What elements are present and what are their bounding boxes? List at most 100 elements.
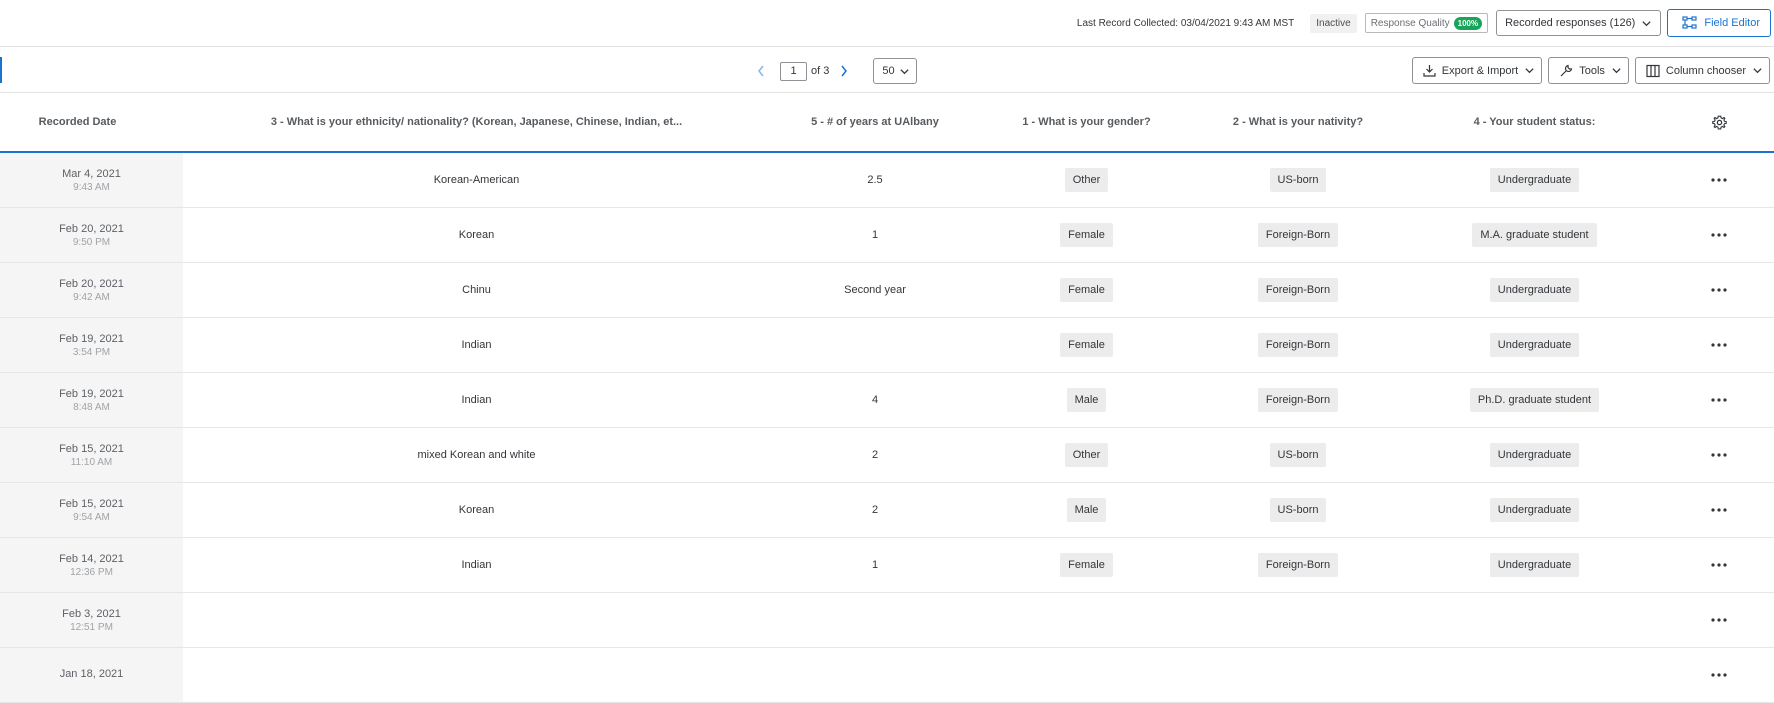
toolbar-actions: Export & Import Tools Column chooser bbox=[1411, 57, 1770, 84]
row-actions-button[interactable] bbox=[1707, 538, 1731, 592]
table-body: Mar 4, 2021 9:43 AM Korean-American 2.5 Othe… bbox=[0, 153, 1774, 703]
nativity-cell: Foreign-Born bbox=[1193, 538, 1403, 592]
gender-chip: Female bbox=[1060, 333, 1113, 357]
nativity-chip: Foreign-Born bbox=[1257, 278, 1339, 302]
recorded-responses-dropdown[interactable]: Recorded responses (126) bbox=[1496, 10, 1662, 36]
rows-per-page-value: 50 bbox=[882, 65, 895, 77]
ethnicity-cell: Indian bbox=[183, 318, 770, 372]
recorded-time: 9:43 AM bbox=[73, 181, 110, 193]
chevron-down-icon bbox=[1753, 68, 1762, 74]
column-header-ethnicity[interactable]: 3 - What is your ethnicity/ nationality?… bbox=[183, 93, 770, 151]
tools-button[interactable]: Tools bbox=[1548, 57, 1629, 84]
more-horizontal-icon bbox=[1711, 233, 1727, 237]
years-value: 2 bbox=[871, 449, 879, 461]
chevron-left-icon bbox=[758, 65, 764, 77]
rows-per-page-dropdown[interactable]: 50 bbox=[873, 58, 917, 84]
student-status-chip: Undergraduate bbox=[1489, 553, 1580, 577]
response-quality-button[interactable]: Response Quality 100% bbox=[1364, 13, 1489, 33]
nativity-cell: US-born bbox=[1193, 153, 1403, 207]
column-chooser-button[interactable]: Column chooser bbox=[1634, 57, 1770, 84]
years-cell: 2 bbox=[770, 483, 980, 537]
nativity-chip: US-born bbox=[1269, 443, 1327, 467]
nativity-cell: Foreign-Born bbox=[1193, 263, 1403, 317]
recorded-date-cell: Feb 14, 2021 12:36 PM bbox=[0, 538, 183, 592]
gender-cell: Female bbox=[980, 538, 1193, 592]
chevron-down-icon bbox=[1525, 68, 1534, 74]
ethnicity-value: Chinu bbox=[462, 284, 491, 296]
response-quality-label: Response Quality bbox=[1370, 17, 1450, 29]
table-row[interactable]: Feb 3, 2021 12:51 PM bbox=[0, 593, 1774, 648]
table-row[interactable]: Feb 14, 2021 12:36 PM Indian 1 Female Foreign… bbox=[0, 538, 1774, 593]
gender-chip: Other bbox=[1064, 443, 1109, 467]
columns-icon bbox=[1646, 64, 1660, 77]
column-header-student-status[interactable]: 4 - Your student status: bbox=[1403, 93, 1666, 151]
recorded-responses-label: Recorded responses (126) bbox=[1505, 17, 1636, 29]
nativity-cell bbox=[1193, 648, 1403, 702]
recorded-date-cell: Jan 18, 2021 bbox=[0, 648, 183, 702]
previous-page-button[interactable] bbox=[754, 64, 768, 78]
student-status-chip: Undergraduate bbox=[1489, 168, 1580, 192]
page-number-input[interactable]: 1 bbox=[780, 61, 807, 81]
row-actions-button[interactable] bbox=[1707, 428, 1731, 482]
years-value: 1 bbox=[871, 229, 879, 241]
student-status-cell bbox=[1403, 593, 1666, 647]
recorded-date: Feb 14, 2021 bbox=[59, 552, 124, 565]
more-horizontal-icon bbox=[1711, 618, 1727, 622]
table-row[interactable]: Feb 20, 2021 9:50 PM Korean 1 Female Foreign-… bbox=[0, 208, 1774, 263]
years-value: 2 bbox=[871, 504, 879, 516]
chevron-down-icon bbox=[1612, 68, 1621, 74]
top-bar: Last Record Collected: 03/04/2021 9:43 A… bbox=[0, 0, 1774, 47]
row-actions-button[interactable] bbox=[1707, 153, 1731, 207]
nativity-chip: Foreign-Born bbox=[1257, 333, 1339, 357]
nativity-cell: Foreign-Born bbox=[1193, 208, 1403, 262]
student-status-cell: Undergraduate bbox=[1403, 263, 1666, 317]
recorded-date-cell: Feb 19, 2021 3:54 PM bbox=[0, 318, 183, 372]
recorded-date: Feb 3, 2021 bbox=[62, 607, 121, 620]
field-editor-button[interactable]: Field Editor bbox=[1667, 9, 1771, 37]
response-quality-badge: 100% bbox=[1453, 16, 1483, 30]
student-status-chip: Undergraduate bbox=[1489, 333, 1580, 357]
recorded-date-cell: Feb 20, 2021 9:42 AM bbox=[0, 263, 183, 317]
row-actions-button[interactable] bbox=[1707, 648, 1731, 702]
years-cell: 1 bbox=[770, 538, 980, 592]
row-actions-button[interactable] bbox=[1707, 373, 1731, 427]
years-cell bbox=[770, 318, 980, 372]
row-actions-button[interactable] bbox=[1707, 483, 1731, 537]
table-row[interactable]: Feb 19, 2021 8:48 AM Indian 4 Male Foreign-Bo… bbox=[0, 373, 1774, 428]
table-row[interactable]: Mar 4, 2021 9:43 AM Korean-American 2.5 Othe… bbox=[0, 153, 1774, 208]
column-header-gender[interactable]: 1 - What is your gender? bbox=[980, 93, 1193, 151]
years-cell: Second year bbox=[770, 263, 980, 317]
gender-chip: Female bbox=[1060, 278, 1113, 302]
table-row[interactable]: Feb 15, 2021 9:54 AM Korean 2 Male US-born Und… bbox=[0, 483, 1774, 538]
next-page-button[interactable] bbox=[837, 64, 851, 78]
student-status-cell: Undergraduate bbox=[1403, 153, 1666, 207]
years-value: Second year bbox=[844, 284, 906, 296]
table-row[interactable]: Feb 20, 2021 9:42 AM Chinu Second year Femal… bbox=[0, 263, 1774, 318]
gender-cell bbox=[980, 648, 1193, 702]
row-actions-button[interactable] bbox=[1707, 318, 1731, 372]
row-actions-button[interactable] bbox=[1707, 208, 1731, 262]
student-status-cell: Undergraduate bbox=[1403, 318, 1666, 372]
table-settings-button[interactable] bbox=[1707, 93, 1731, 151]
table-row[interactable]: Feb 15, 2021 11:10 AM mixed Korean and whi… bbox=[0, 428, 1774, 483]
column-header-years[interactable]: 5 - # of years at UAlbany bbox=[770, 93, 980, 151]
table-row[interactable]: Feb 19, 2021 3:54 PM Indian Female Foreign-B… bbox=[0, 318, 1774, 373]
gender-cell: Female bbox=[980, 208, 1193, 262]
ethnicity-cell: mixed Korean and white bbox=[183, 428, 770, 482]
recorded-date-cell: Feb 20, 2021 9:50 PM bbox=[0, 208, 183, 262]
column-header-nativity[interactable]: 2 - What is your nativity? bbox=[1193, 93, 1403, 151]
ethnicity-cell bbox=[183, 593, 770, 647]
export-import-button[interactable]: Export & Import bbox=[1411, 57, 1543, 84]
recorded-time: 3:54 PM bbox=[72, 346, 111, 358]
row-actions-button[interactable] bbox=[1707, 263, 1731, 317]
gender-chip: Other bbox=[1064, 168, 1109, 192]
left-panel-edge bbox=[0, 57, 2, 83]
column-header-recorded-date[interactable]: Recorded Date bbox=[0, 93, 155, 151]
nativity-chip: US-born bbox=[1269, 498, 1327, 522]
student-status-chip: Undergraduate bbox=[1489, 498, 1580, 522]
gender-chip: Female bbox=[1060, 223, 1113, 247]
table-toolbar: 1 of 3 50 Export & Import Tools Column c… bbox=[0, 47, 1774, 93]
years-cell bbox=[770, 593, 980, 647]
row-actions-button[interactable] bbox=[1707, 593, 1731, 647]
nativity-cell: Foreign-Born bbox=[1193, 373, 1403, 427]
